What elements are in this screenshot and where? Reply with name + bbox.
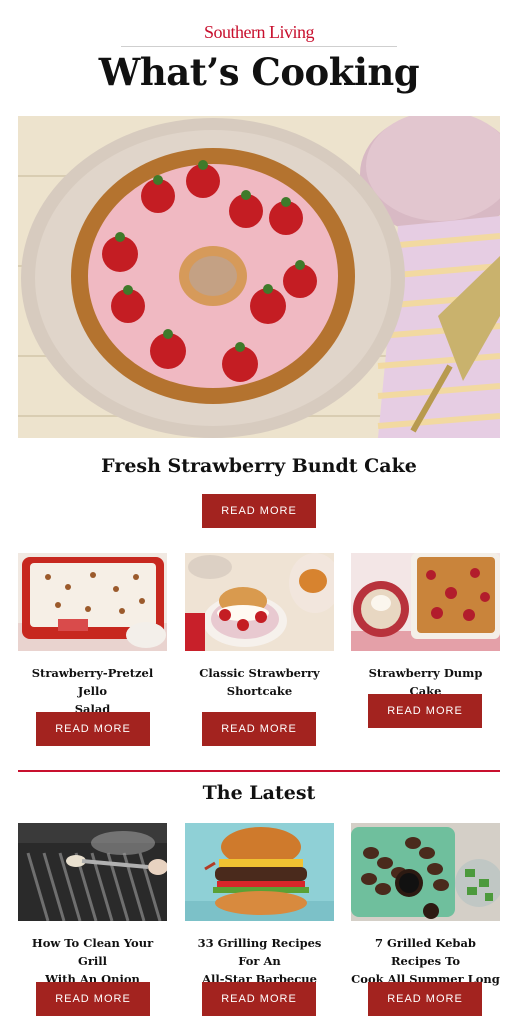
latest-read-more-button[interactable]: READ MORE bbox=[202, 982, 316, 1016]
thumb-grilled-kebab-recipes[interactable] bbox=[351, 823, 500, 921]
featured-card-title[interactable]: Strawberry-Pretzel Jello Salad bbox=[18, 664, 167, 718]
brand-logo[interactable]: Southern Living bbox=[0, 22, 518, 43]
hero-title[interactable]: Fresh Strawberry Bundt Cake bbox=[0, 455, 518, 477]
section-divider bbox=[18, 770, 500, 772]
latest-card-title[interactable]: How To Clean Your Grill With An Onion bbox=[18, 934, 167, 988]
latest-read-more-button[interactable]: READ MORE bbox=[36, 982, 150, 1016]
bundt-cake-illustration bbox=[18, 116, 500, 438]
page-title: What’s Cooking bbox=[98, 50, 420, 94]
header-divider bbox=[121, 46, 397, 47]
featured-card-title[interactable]: Classic Strawberry Shortcake bbox=[185, 664, 334, 700]
latest-card-title[interactable]: 33 Grilling Recipes For An All-Star Barb… bbox=[185, 934, 334, 988]
thumb-grilling-recipes-burger[interactable] bbox=[185, 823, 334, 921]
featured-read-more-button[interactable]: READ MORE bbox=[368, 694, 482, 728]
hero-image-bundt-cake[interactable] bbox=[18, 116, 500, 438]
featured-read-more-button[interactable]: READ MORE bbox=[202, 712, 316, 746]
thumb-clean-grill-onion[interactable] bbox=[18, 823, 167, 921]
thumb-strawberry-pretzel-salad[interactable] bbox=[18, 553, 167, 651]
featured-read-more-button[interactable]: READ MORE bbox=[36, 712, 150, 746]
thumb-classic-strawberry-shortcake[interactable] bbox=[185, 553, 334, 651]
section-title-latest: The Latest bbox=[202, 782, 316, 804]
newsletter-page: Southern Living What’s Cooking Fresh Str… bbox=[0, 0, 518, 1024]
thumb-strawberry-dump-cake[interactable] bbox=[351, 553, 500, 651]
latest-card-title[interactable]: 7 Grilled Kebab Recipes To Cook All Summ… bbox=[351, 934, 500, 988]
latest-read-more-button[interactable]: READ MORE bbox=[368, 982, 482, 1016]
hero-read-more-button[interactable]: READ MORE bbox=[202, 494, 316, 528]
